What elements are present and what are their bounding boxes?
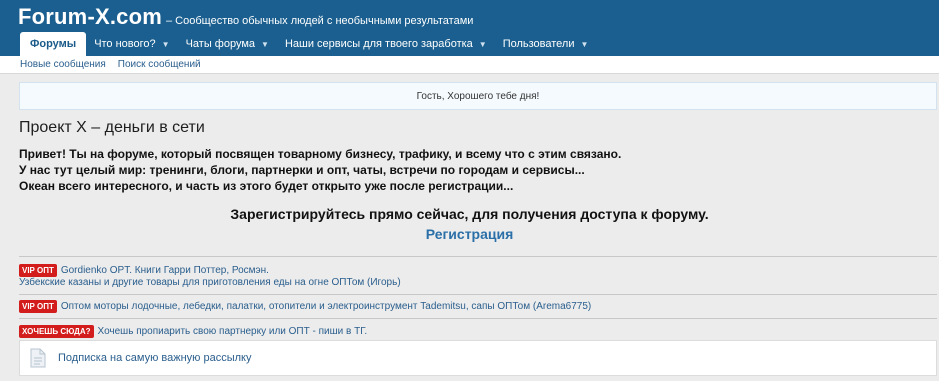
site-logo[interactable]: Forum-X.com	[18, 4, 162, 30]
vip-badge: VIP ОПТ	[19, 264, 57, 277]
tab-users[interactable]: Пользователи ▼	[495, 32, 597, 56]
intro-text: Привет! Ты на форуме, который посвящен т…	[19, 146, 899, 194]
ad-row: VIP ОПТ Gordienko OPT. Книги Гарри Потте…	[19, 264, 269, 277]
register-cta-text: Зарегистрируйтесь прямо сейчас, для полу…	[230, 206, 709, 222]
tab-label: Форумы	[30, 38, 77, 50]
ad-row: ХОЧЕШЬ СЮДА? Хочешь пропиарить свою парт…	[19, 325, 367, 338]
document-icon	[30, 348, 46, 368]
brand: Forum-X.com – Сообщество обычных людей с…	[18, 4, 473, 32]
intro-line: Океан всего интересного, и часть из этог…	[19, 179, 514, 193]
page-title: Проект X – деньги в сети	[19, 119, 205, 136]
chevron-down-icon[interactable]: ▼	[479, 40, 487, 49]
chevron-down-icon[interactable]: ▼	[581, 40, 589, 49]
tab-label: Пользователи	[502, 38, 575, 50]
ad-link[interactable]: Оптом моторы лодочные, лебедки, палатки,…	[61, 301, 591, 312]
ad-link[interactable]: Gordienko OPT. Книги Гарри Поттер, Росмэ…	[61, 265, 269, 276]
guest-notice: Гость, Хорошего тебе дня!	[19, 82, 937, 110]
register-link[interactable]: Регистрация	[0, 226, 939, 242]
tab-label: Наши сервисы для твоего заработка	[284, 38, 473, 50]
chevron-down-icon[interactable]: ▼	[162, 40, 170, 49]
divider	[19, 256, 937, 257]
chevron-down-icon[interactable]: ▼	[261, 40, 269, 49]
tab-services[interactable]: Наши сервисы для твоего заработка ▼	[277, 32, 495, 56]
promo-badge: ХОЧЕШЬ СЮДА?	[19, 325, 94, 338]
tab-forum-chats[interactable]: Чаты форума ▼	[178, 32, 277, 56]
ad-row: VIP ОПТ Оптом моторы лодочные, лебедки, …	[19, 300, 591, 313]
tab-forums[interactable]: Форумы	[20, 32, 87, 56]
divider	[19, 318, 937, 319]
tab-whats-new[interactable]: Что нового? ▼	[86, 32, 177, 56]
ad-link[interactable]: Узбекские казаны и другие товары для при…	[19, 277, 401, 288]
search-posts-link[interactable]: Поиск сообщений	[118, 59, 201, 70]
tab-label: Чаты форума	[185, 38, 256, 50]
vip-badge: VIP ОПТ	[19, 300, 57, 313]
site-header: Forum-X.com – Сообщество обычных людей с…	[0, 0, 939, 56]
main-nav: Форумы Что нового? ▼ Чаты форума ▼ Наши …	[20, 32, 596, 56]
notice-text: Гость, Хорошего тебе дня!	[416, 90, 540, 102]
new-posts-link[interactable]: Новые сообщения	[20, 59, 106, 70]
site-tagline: – Сообщество обычных людей с необычными …	[166, 15, 474, 27]
divider	[19, 294, 937, 295]
subscribe-link[interactable]: Подписка на самую важную рассылку	[58, 352, 251, 364]
tab-label: Что нового?	[94, 38, 156, 50]
intro-line: Привет! Ты на форуме, который посвящен т…	[19, 147, 622, 161]
ad-link[interactable]: Хочешь пропиарить свою партнерку или ОПТ…	[98, 326, 368, 337]
sub-nav: Новые сообщения Поиск сообщений	[0, 56, 939, 74]
subscribe-box[interactable]: Подписка на самую важную рассылку	[19, 340, 937, 376]
intro-line: У нас тут целый мир: тренинги, блоги, па…	[19, 163, 585, 177]
